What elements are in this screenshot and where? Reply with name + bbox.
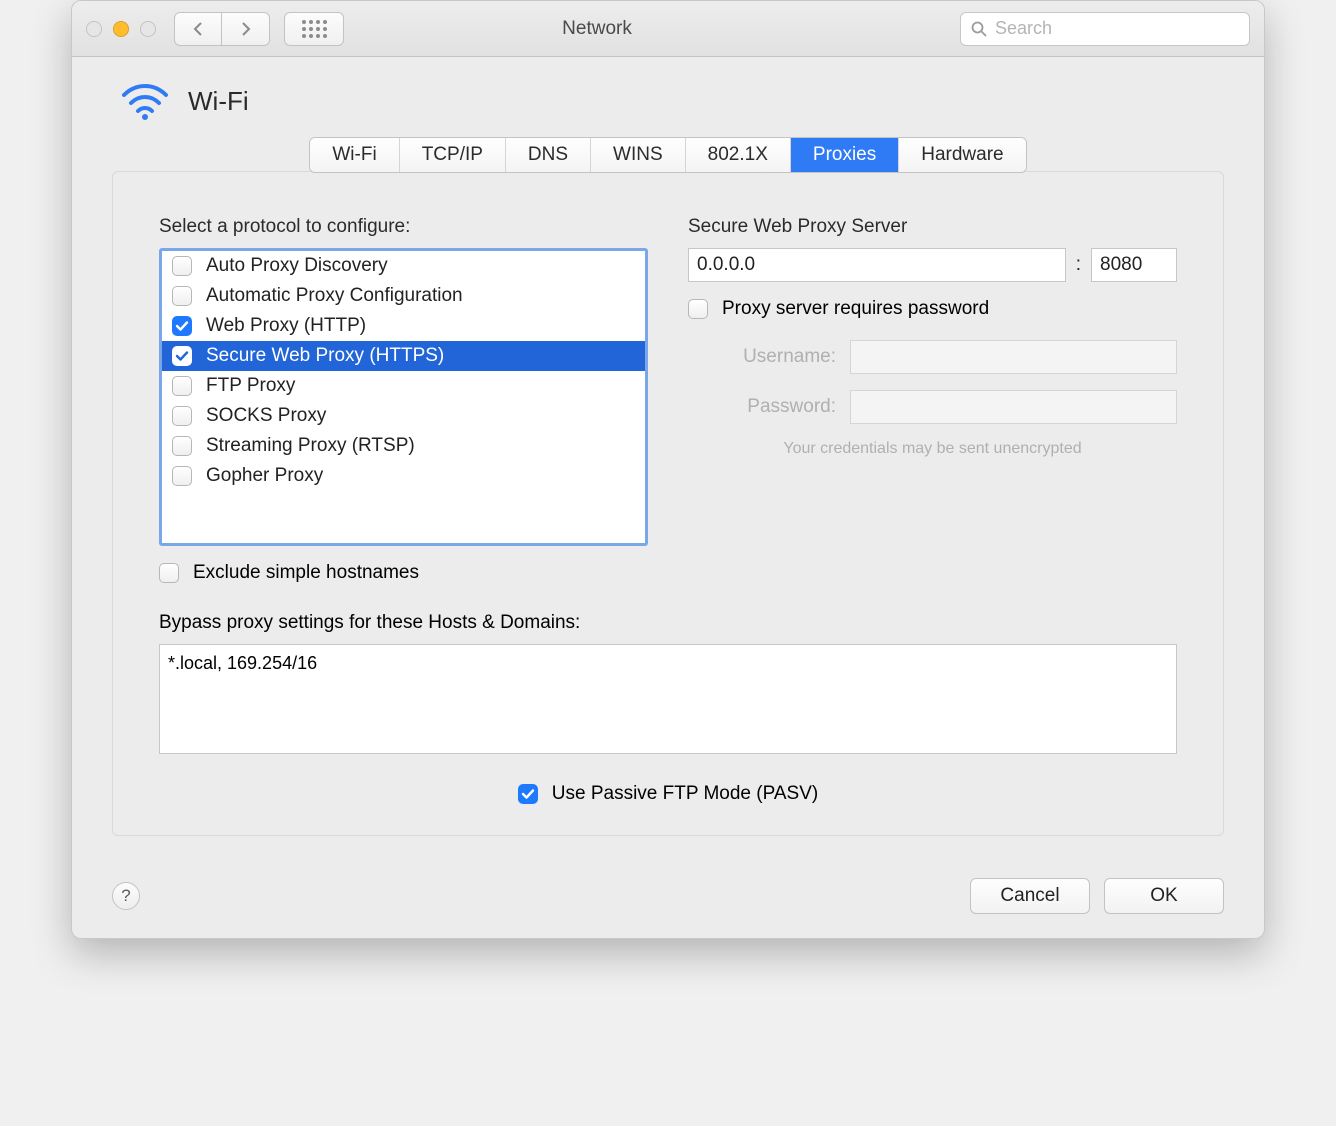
window-controls	[86, 21, 156, 37]
protocol-checkbox[interactable]	[172, 406, 192, 426]
protocol-label: Gopher Proxy	[206, 465, 323, 487]
search-input[interactable]	[995, 18, 1239, 39]
requires-password-row[interactable]: Proxy server requires password	[688, 298, 1177, 320]
proxy-host-input[interactable]	[688, 248, 1066, 282]
protocol-checkbox[interactable]	[172, 346, 192, 366]
minimize-window-button[interactable]	[113, 21, 129, 37]
protocol-label: Auto Proxy Discovery	[206, 255, 388, 277]
help-button[interactable]: ?	[112, 882, 140, 910]
protocol-checkbox[interactable]	[172, 316, 192, 336]
search-field[interactable]	[960, 12, 1250, 46]
back-button[interactable]	[174, 12, 222, 46]
protocol-checkbox[interactable]	[172, 376, 192, 396]
footer: ? Cancel OK	[72, 862, 1264, 938]
ok-button[interactable]: OK	[1104, 878, 1224, 914]
username-input[interactable]	[850, 340, 1177, 374]
proxy-port-input[interactable]	[1091, 248, 1177, 282]
exclude-simple-checkbox[interactable]	[159, 563, 179, 583]
protocol-label: FTP Proxy	[206, 375, 295, 397]
host-port-separator: :	[1076, 254, 1081, 276]
credentials-warning: Your credentials may be sent unencrypted	[688, 440, 1177, 458]
proxies-panel: Select a protocol to configure: Auto Pro…	[112, 171, 1224, 836]
requires-password-label: Proxy server requires password	[722, 298, 989, 320]
zoom-window-button[interactable]	[140, 21, 156, 37]
tab-wins[interactable]: WINS	[591, 138, 686, 172]
protocol-item[interactable]: Automatic Proxy Configuration	[162, 281, 645, 311]
password-label: Password:	[688, 396, 836, 418]
protocol-checkbox[interactable]	[172, 466, 192, 486]
tab-tcp-ip[interactable]: TCP/IP	[400, 138, 506, 172]
pasv-row[interactable]: Use Passive FTP Mode (PASV)	[159, 783, 1177, 805]
protocol-heading: Select a protocol to configure:	[159, 216, 648, 238]
exclude-simple-label: Exclude simple hostnames	[193, 562, 419, 584]
password-input[interactable]	[850, 390, 1177, 424]
requires-password-checkbox[interactable]	[688, 299, 708, 319]
titlebar: Network	[72, 1, 1264, 57]
window-title: Network	[234, 18, 960, 40]
protocol-checkbox[interactable]	[172, 436, 192, 456]
bypass-label: Bypass proxy settings for these Hosts & …	[159, 612, 1177, 634]
close-window-button[interactable]	[86, 21, 102, 37]
preferences-window: Network Wi-Fi Wi-FiTCP/IPDNSWINS802.1XPr…	[71, 0, 1265, 939]
protocol-checkbox[interactable]	[172, 286, 192, 306]
protocol-label: Web Proxy (HTTP)	[206, 315, 366, 337]
content: Wi-Fi Wi-FiTCP/IPDNSWINS802.1XProxiesHar…	[72, 57, 1264, 862]
page-title: Wi-Fi	[188, 86, 249, 117]
exclude-simple-row[interactable]: Exclude simple hostnames	[159, 562, 648, 584]
protocol-item[interactable]: FTP Proxy	[162, 371, 645, 401]
protocol-label: Secure Web Proxy (HTTPS)	[206, 345, 444, 367]
protocol-item[interactable]: Secure Web Proxy (HTTPS)	[162, 341, 645, 371]
protocol-item[interactable]: Gopher Proxy	[162, 461, 645, 491]
tab-hardware[interactable]: Hardware	[899, 138, 1025, 172]
tab-proxies[interactable]: Proxies	[791, 138, 899, 172]
protocol-checkbox[interactable]	[172, 256, 192, 276]
protocol-item[interactable]: Web Proxy (HTTP)	[162, 311, 645, 341]
username-label: Username:	[688, 346, 836, 368]
protocol-label: Streaming Proxy (RTSP)	[206, 435, 415, 457]
search-icon	[971, 21, 987, 37]
protocol-item[interactable]: Auto Proxy Discovery	[162, 251, 645, 281]
tab-802-1x[interactable]: 802.1X	[686, 138, 791, 172]
tab-dns[interactable]: DNS	[506, 138, 591, 172]
cancel-button[interactable]: Cancel	[970, 878, 1090, 914]
protocol-listbox[interactable]: Auto Proxy Discovery Automatic Proxy Conf…	[159, 248, 648, 546]
protocol-label: SOCKS Proxy	[206, 405, 326, 427]
protocol-label: Automatic Proxy Configuration	[206, 285, 463, 307]
bypass-textarea[interactable]	[159, 644, 1177, 754]
pasv-label: Use Passive FTP Mode (PASV)	[552, 783, 818, 805]
tabs: Wi-FiTCP/IPDNSWINS802.1XProxiesHardware	[112, 137, 1224, 173]
protocol-item[interactable]: SOCKS Proxy	[162, 401, 645, 431]
wifi-icon	[120, 81, 170, 121]
pasv-checkbox[interactable]	[518, 784, 538, 804]
server-heading: Secure Web Proxy Server	[688, 216, 1177, 238]
tab-wi-fi[interactable]: Wi-Fi	[310, 138, 399, 172]
page-header: Wi-Fi	[112, 81, 1224, 121]
protocol-item[interactable]: Streaming Proxy (RTSP)	[162, 431, 645, 461]
